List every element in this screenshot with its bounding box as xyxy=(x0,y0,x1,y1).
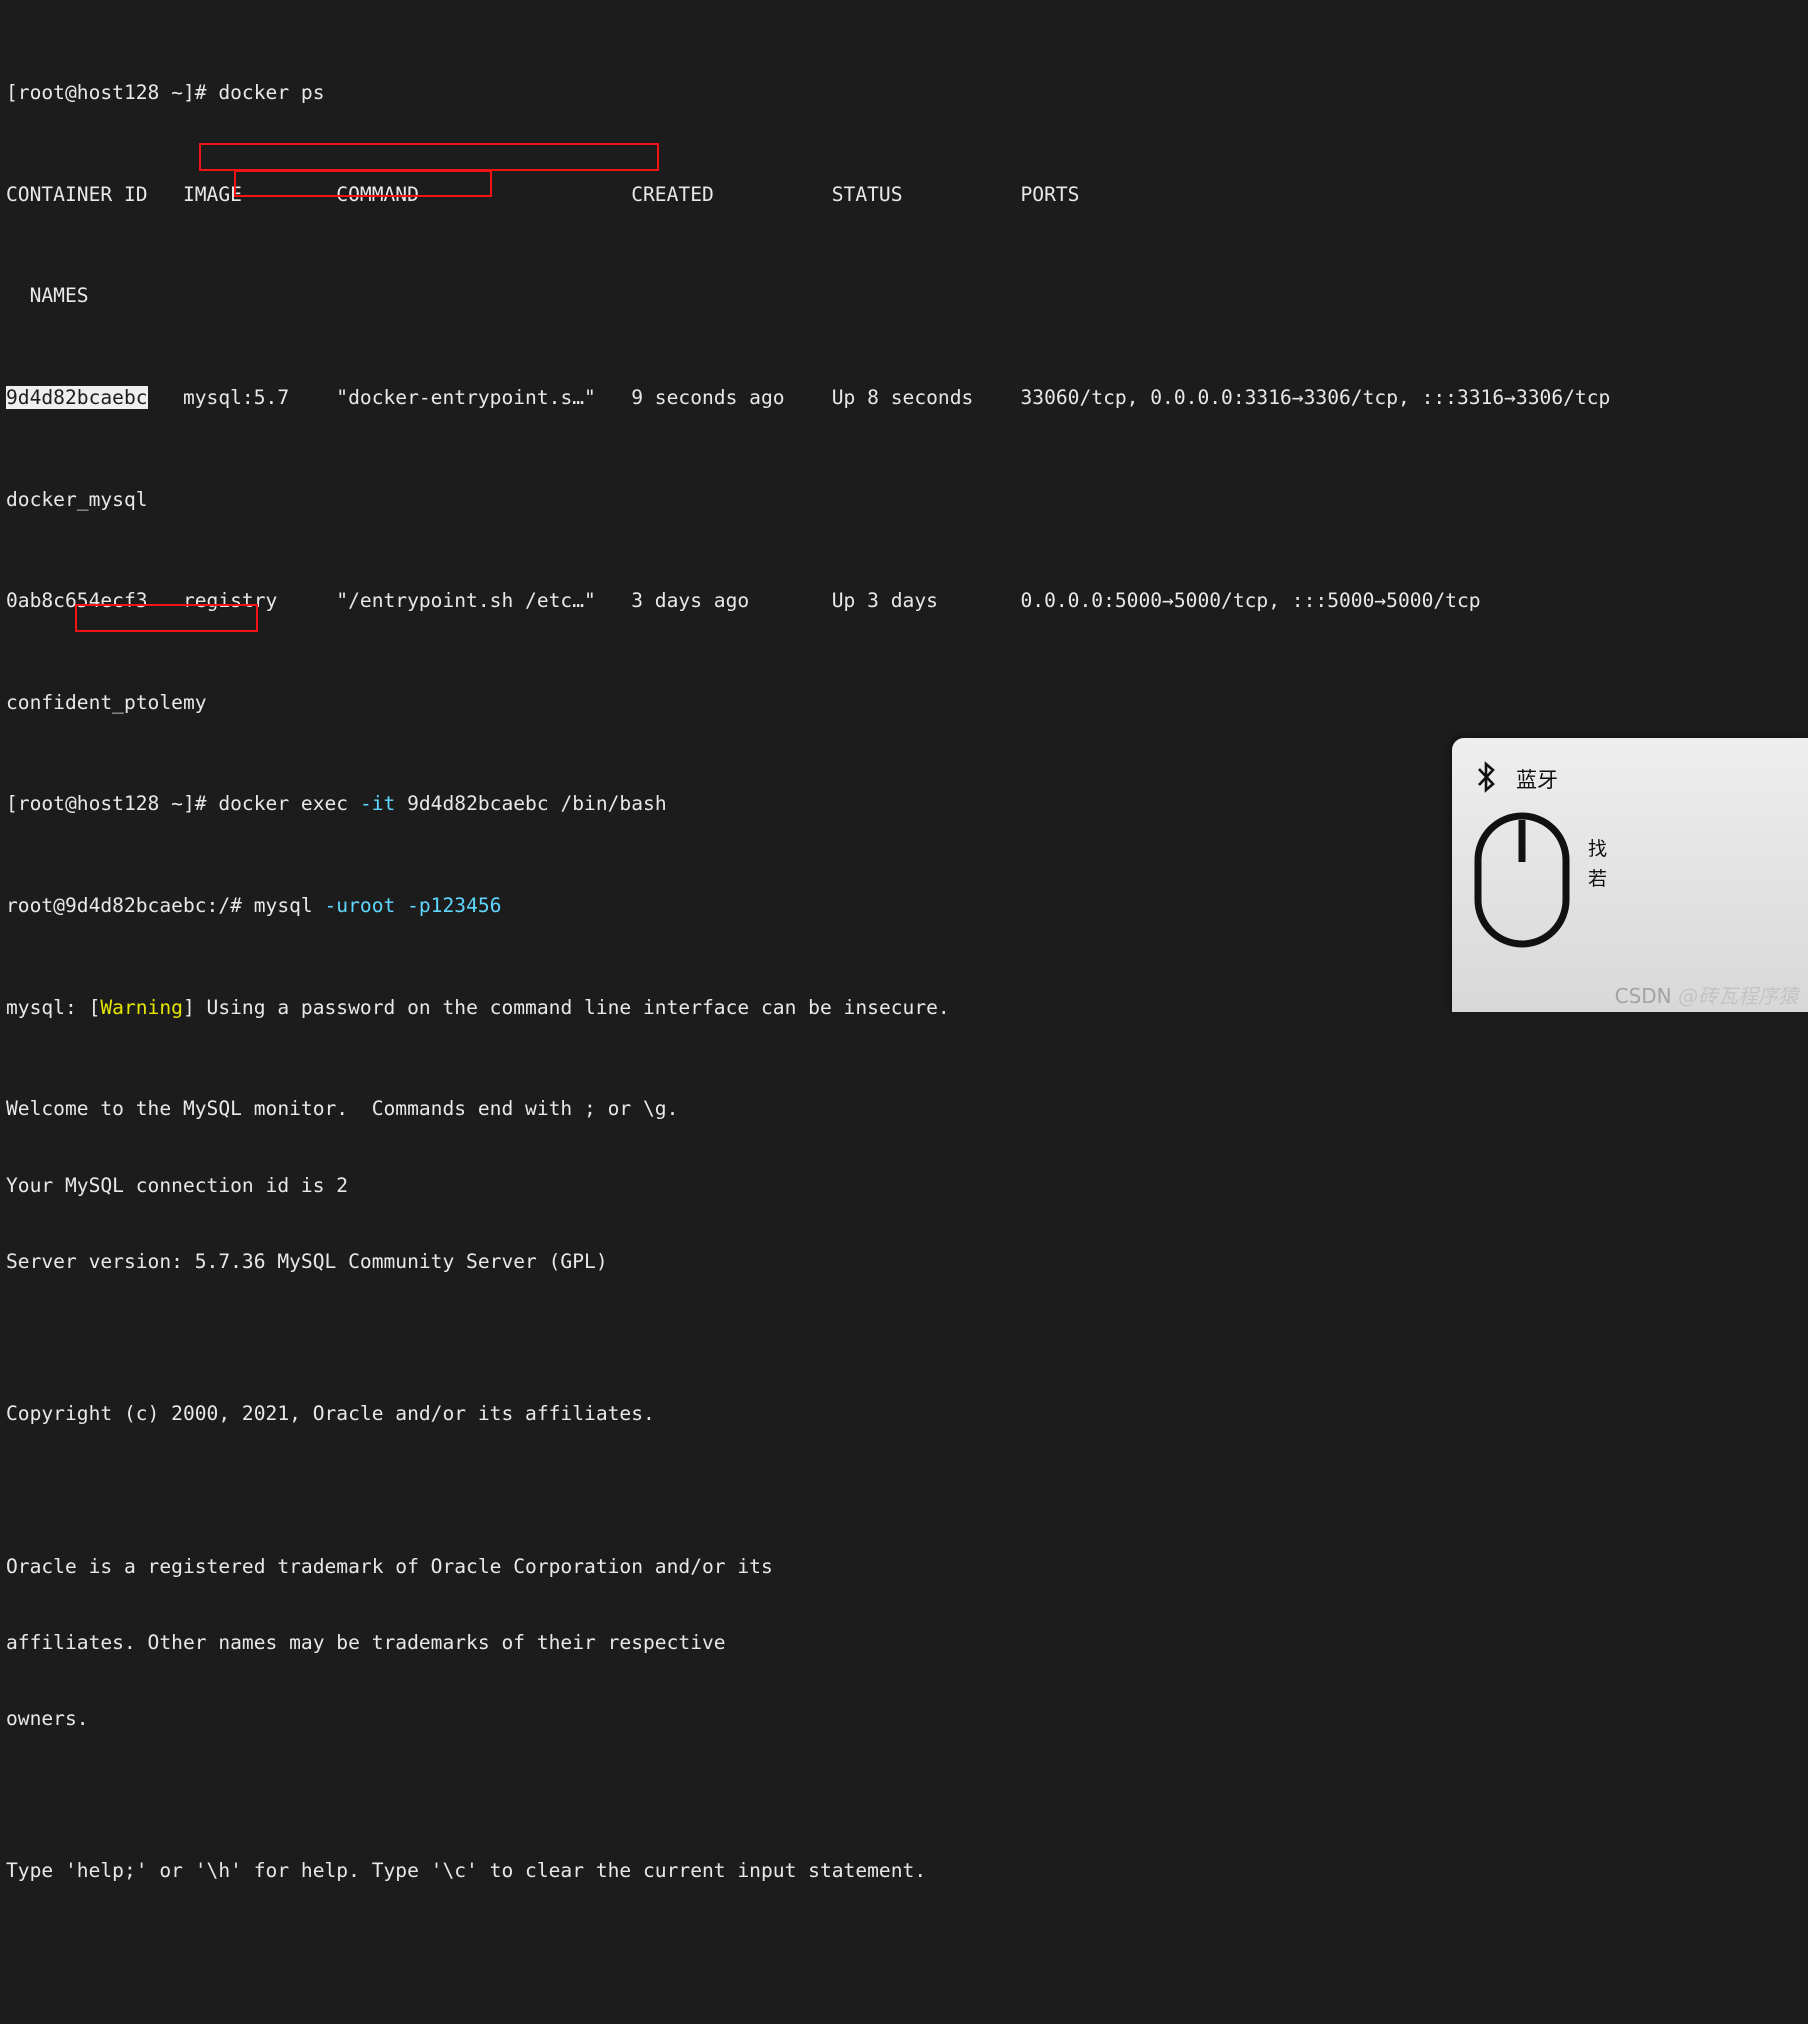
mysql-help-line: Type 'help;' or '\h' for help. Type '\c'… xyxy=(6,1858,1808,1883)
mysql-copyright-text: Copyright (c) 2000, 2021, Oracle and/or … xyxy=(6,1402,655,1426)
csdn-watermark: CSDN @砖瓦程序猿 xyxy=(1615,980,1798,1009)
docker-ps-row-registry-text: 0ab8c654ecf3 registry "/entrypoint.sh /e… xyxy=(6,589,1481,613)
bluetooth-popup-message-line1: 找 xyxy=(1588,838,1608,860)
bluetooth-notification-popup[interactable]: 蓝牙 找 若 xyxy=(1452,738,1808,1012)
mysql-connection-id-text: Your MySQL connection id is 2 xyxy=(6,1173,349,1197)
mysql-server-version-text: Server version: 5.7.36 MySQL Community S… xyxy=(6,1249,608,1273)
docker-ps-row-mysql-rest: mysql:5.7 "docker-entrypoint.s…" 9 secon… xyxy=(147,386,1611,410)
mysql-trademark-text-3: owners. xyxy=(6,1706,89,1730)
command-docker-exec-part1: docker exec xyxy=(218,792,360,816)
mysql-trademark-text-2: affiliates. Other names may be trademark… xyxy=(6,1630,726,1654)
shell-prompt-container: root@9d4d82bcaebc:/# xyxy=(6,894,254,918)
docker-ps-row-mysql-name: docker_mysql xyxy=(6,487,1808,512)
bluetooth-popup-header: 蓝牙 xyxy=(1452,738,1808,798)
command-docker-ps: [root@host128 ~]# docker ps xyxy=(6,81,325,105)
bluetooth-icon xyxy=(1474,760,1500,798)
watermark-handle: @砖瓦程序猿 xyxy=(1678,984,1798,1008)
mysql-warning-suffix: ] Using a password on the command line i… xyxy=(182,995,950,1019)
mysql-copyright-line: Copyright (c) 2000, 2021, Oracle and/or … xyxy=(6,1401,1808,1426)
command-mysql: mysql xyxy=(253,894,325,918)
command-mysql-space xyxy=(395,894,407,917)
bluetooth-popup-body: 找 若 xyxy=(1452,798,1808,950)
docker-ps-names-column: NAMES xyxy=(6,284,89,308)
command-docker-exec-part2: 9d4d82bcaebc /bin/bash xyxy=(395,792,667,816)
container-name-confident-ptolemy: confident_ptolemy xyxy=(6,690,207,714)
bluetooth-popup-message-line2: 若 xyxy=(1588,868,1608,890)
docker-ps-header: CONTAINER ID IMAGE COMMAND CREATED STATU… xyxy=(6,182,1808,207)
command-mysql-user-flag: -uroot xyxy=(324,894,396,918)
mysql-trademark-line-2: affiliates. Other names may be trademark… xyxy=(6,1630,1808,1655)
docker-ps-header-text: CONTAINER ID IMAGE COMMAND CREATED STATU… xyxy=(6,182,1080,206)
docker-ps-row-mysql: 9d4d82bcaebc mysql:5.7 "docker-entrypoin… xyxy=(6,385,1808,410)
docker-ps-row-registry-name: confident_ptolemy xyxy=(6,690,1808,715)
mysql-help-text: Type 'help;' or '\h' for help. Type '\c'… xyxy=(6,1859,927,1883)
command-docker-exec-flag: -it xyxy=(359,792,396,816)
mysql-welcome-line: Welcome to the MySQL monitor. Commands e… xyxy=(6,1096,1808,1121)
mysql-warning-prefix: mysql: [ xyxy=(6,995,101,1019)
docker-ps-header-wrap: NAMES xyxy=(6,283,1808,308)
mysql-welcome-text: Welcome to the MySQL monitor. Commands e… xyxy=(6,1097,679,1121)
container-name-docker-mysql: docker_mysql xyxy=(6,487,148,511)
mysql-trademark-text-1: Oracle is a registered trademark of Orac… xyxy=(6,1554,773,1578)
warning-token: Warning xyxy=(100,995,183,1019)
mouse-icon xyxy=(1470,810,1574,950)
watermark-brand: CSDN xyxy=(1614,984,1672,1008)
bluetooth-popup-title: 蓝牙 xyxy=(1516,768,1558,792)
terminal-line: [root@host128 ~]# docker ps xyxy=(6,80,1808,105)
command-mysql-password-flag: -p123456 xyxy=(407,894,502,918)
mysql-server-version-line: Server version: 5.7.36 MySQL Community S… xyxy=(6,1249,1808,1274)
shell-prompt-host: [root@host128 ~]# xyxy=(6,792,219,816)
docker-ps-row-registry: 0ab8c654ecf3 registry "/entrypoint.sh /e… xyxy=(6,588,1808,613)
mysql-trademark-line-1: Oracle is a registered trademark of Orac… xyxy=(6,1554,1808,1579)
selected-container-id[interactable]: 9d4d82bcaebc xyxy=(6,386,148,410)
mysql-trademark-line-3: owners. xyxy=(6,1706,1808,1731)
mysql-connection-id-line: Your MySQL connection id is 2 xyxy=(6,1173,1808,1198)
bluetooth-popup-message: 找 若 xyxy=(1588,810,1607,894)
